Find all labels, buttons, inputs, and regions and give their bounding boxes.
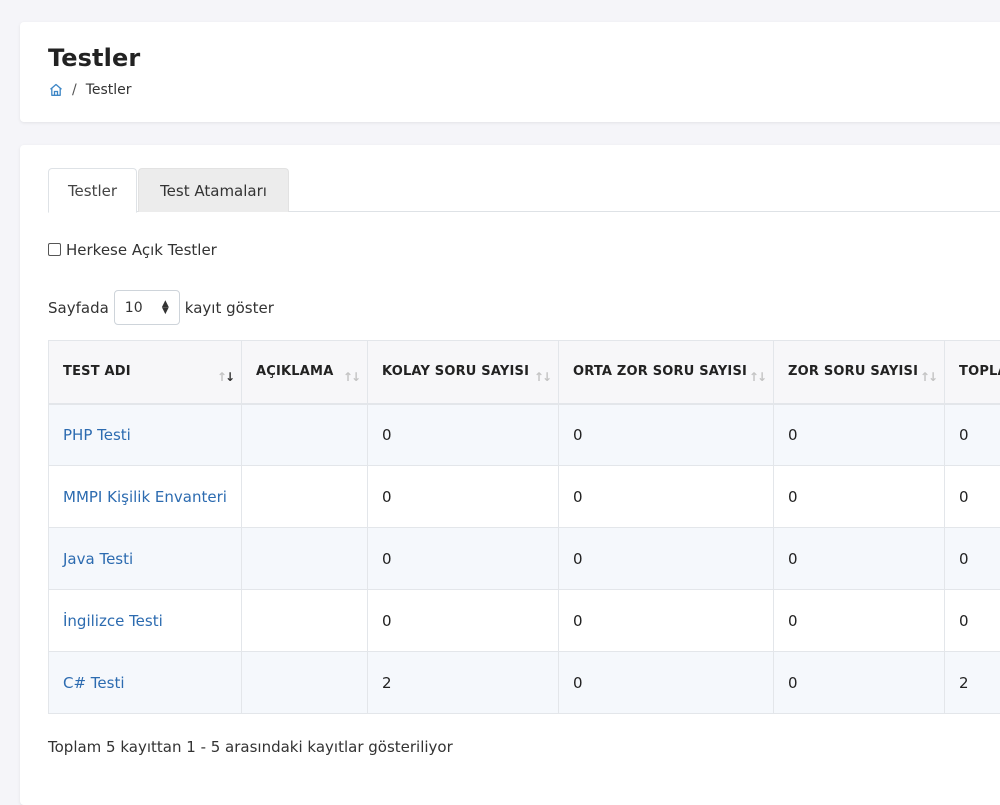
cell-hard-count: 0 bbox=[774, 528, 945, 590]
column-header-total[interactable]: TOPLA bbox=[945, 341, 1000, 404]
cell-test-name: İngilizce Testi bbox=[49, 590, 242, 652]
cell-total: 0 bbox=[945, 466, 1000, 528]
sort-icon: ↑↓ bbox=[749, 370, 765, 384]
page-length-select[interactable]: 10 ▲▼ bbox=[114, 290, 180, 325]
test-name-link[interactable]: C# Testi bbox=[63, 674, 125, 692]
cell-test-name: PHP Testi bbox=[49, 404, 242, 466]
cell-test-name: C# Testi bbox=[49, 652, 242, 714]
cell-easy-count: 0 bbox=[368, 466, 559, 528]
cell-total: 2 bbox=[945, 652, 1000, 714]
tests-table: TEST ADI ↑↓ AÇIKLAMA ↑↓ KOLAY SORU SAYIS… bbox=[48, 340, 1000, 714]
test-name-link[interactable]: İngilizce Testi bbox=[63, 612, 163, 630]
page-title: Testler bbox=[48, 44, 140, 72]
test-name-link[interactable]: Java Testi bbox=[63, 550, 133, 568]
sort-icon: ↑↓ bbox=[920, 370, 936, 384]
page-length-value: 10 bbox=[125, 300, 143, 316]
cell-total: 0 bbox=[945, 590, 1000, 652]
page-header: Testler / Testler bbox=[20, 22, 1000, 122]
column-header-medium-count[interactable]: ORTA ZOR SORU SAYISI ↑↓ bbox=[559, 341, 774, 404]
breadcrumb-current: Testler bbox=[86, 82, 132, 98]
table-row: MMPI Kişilik Envanteri 0 0 0 0 bbox=[49, 466, 1000, 528]
sort-icon: ↑↓ bbox=[534, 370, 550, 384]
column-header-description[interactable]: AÇIKLAMA ↑↓ bbox=[242, 341, 368, 404]
table-row: PHP Testi 0 0 0 0 bbox=[49, 404, 1000, 466]
cell-description bbox=[242, 590, 368, 652]
public-tests-checkbox[interactable] bbox=[48, 243, 61, 256]
cell-description bbox=[242, 404, 368, 466]
page-length-prefix: Sayfada bbox=[48, 299, 109, 317]
test-name-link[interactable]: MMPI Kişilik Envanteri bbox=[63, 488, 227, 506]
table-row: İngilizce Testi 0 0 0 0 bbox=[49, 590, 1000, 652]
cell-hard-count: 0 bbox=[774, 404, 945, 466]
cell-description bbox=[242, 528, 368, 590]
table-info: Toplam 5 kayıttan 1 - 5 arasındaki kayıt… bbox=[48, 738, 453, 756]
cell-medium-count: 0 bbox=[559, 404, 774, 466]
cell-description bbox=[242, 466, 368, 528]
table-header-row: TEST ADI ↑↓ AÇIKLAMA ↑↓ KOLAY SORU SAYIS… bbox=[49, 341, 1000, 404]
page-length-suffix: kayıt göster bbox=[185, 299, 274, 317]
column-header-label: KOLAY SORU SAYISI bbox=[382, 364, 529, 379]
cell-hard-count: 0 bbox=[774, 466, 945, 528]
cell-hard-count: 0 bbox=[774, 652, 945, 714]
column-header-label: ZOR SORU SAYISI bbox=[788, 364, 918, 379]
cell-medium-count: 0 bbox=[559, 652, 774, 714]
home-icon[interactable] bbox=[48, 82, 64, 98]
cell-hard-count: 0 bbox=[774, 590, 945, 652]
test-name-link[interactable]: PHP Testi bbox=[63, 426, 131, 444]
sort-icon: ↑↓ bbox=[217, 370, 233, 384]
tab-testler[interactable]: Testler bbox=[48, 168, 137, 213]
cell-test-name: MMPI Kişilik Envanteri bbox=[49, 466, 242, 528]
table-row: Java Testi 0 0 0 0 bbox=[49, 528, 1000, 590]
public-tests-label[interactable]: Herkese Açık Testler bbox=[66, 241, 217, 259]
cell-medium-count: 0 bbox=[559, 466, 774, 528]
content-card: Testler Test Atamaları Herkese Açık Test… bbox=[20, 145, 1000, 805]
tab-bar: Testler Test Atamaları bbox=[48, 168, 1000, 212]
column-header-test-name[interactable]: TEST ADI ↑↓ bbox=[49, 341, 242, 404]
cell-easy-count: 2 bbox=[368, 652, 559, 714]
public-tests-filter: Herkese Açık Testler bbox=[48, 241, 217, 259]
column-header-label: AÇIKLAMA bbox=[256, 364, 333, 379]
table-row: C# Testi 2 0 0 2 bbox=[49, 652, 1000, 714]
column-header-label: ORTA ZOR SORU SAYISI bbox=[573, 364, 747, 379]
column-header-easy-count[interactable]: KOLAY SORU SAYISI ↑↓ bbox=[368, 341, 559, 404]
sort-icon: ↑↓ bbox=[343, 370, 359, 384]
cell-total: 0 bbox=[945, 404, 1000, 466]
cell-medium-count: 0 bbox=[559, 590, 774, 652]
cell-total: 0 bbox=[945, 528, 1000, 590]
cell-medium-count: 0 bbox=[559, 528, 774, 590]
tests-table-wrapper: TEST ADI ↑↓ AÇIKLAMA ↑↓ KOLAY SORU SAYIS… bbox=[48, 340, 1000, 714]
cell-test-name: Java Testi bbox=[49, 528, 242, 590]
column-header-label: TOPLA bbox=[959, 364, 1000, 379]
tab-test-atamalari[interactable]: Test Atamaları bbox=[138, 168, 289, 212]
cell-easy-count: 0 bbox=[368, 528, 559, 590]
breadcrumb: / Testler bbox=[48, 82, 132, 98]
cell-easy-count: 0 bbox=[368, 404, 559, 466]
page-length-control: Sayfada 10 ▲▼ kayıt göster bbox=[48, 290, 274, 325]
cell-description bbox=[242, 652, 368, 714]
breadcrumb-separator: / bbox=[72, 82, 77, 98]
column-header-label: TEST ADI bbox=[63, 364, 131, 379]
select-arrows-icon: ▲▼ bbox=[162, 301, 169, 315]
cell-easy-count: 0 bbox=[368, 590, 559, 652]
column-header-hard-count[interactable]: ZOR SORU SAYISI ↑↓ bbox=[774, 341, 945, 404]
